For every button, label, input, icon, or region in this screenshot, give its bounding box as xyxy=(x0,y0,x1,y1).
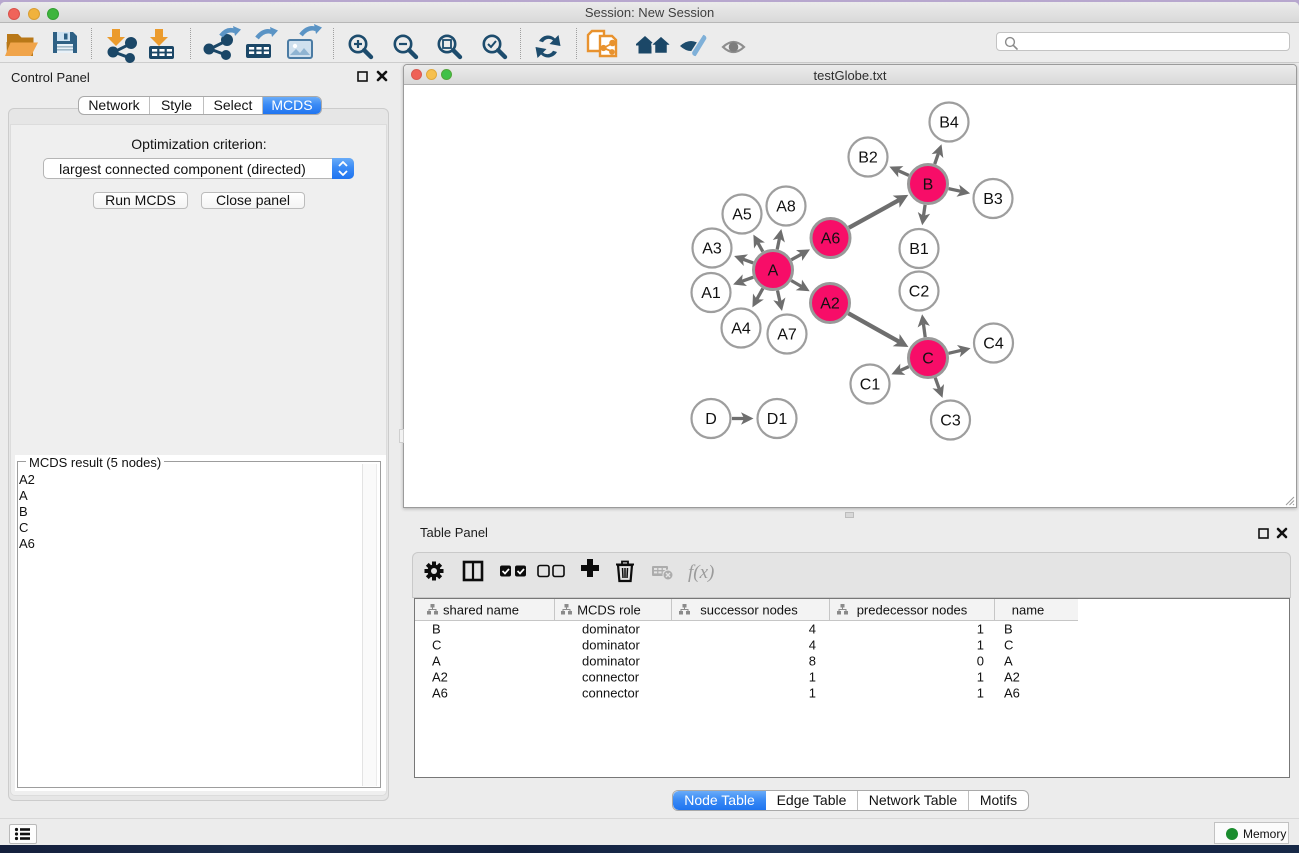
svg-text:B4: B4 xyxy=(939,115,959,132)
svg-text:B: B xyxy=(432,622,441,637)
svg-text:B2: B2 xyxy=(858,150,878,167)
svg-text:C: C xyxy=(922,351,934,368)
svg-text:1: 1 xyxy=(809,670,816,685)
svg-text:A2: A2 xyxy=(1004,670,1020,685)
svg-text:A: A xyxy=(1004,654,1013,669)
svg-text:A6: A6 xyxy=(432,686,448,701)
svg-text:C2: C2 xyxy=(909,284,930,301)
svg-text:D1: D1 xyxy=(767,411,788,428)
svg-text:A: A xyxy=(768,263,779,280)
svg-text:dominator: dominator xyxy=(582,638,640,653)
svg-text:C: C xyxy=(1004,638,1013,653)
svg-text:predecessor nodes: predecessor nodes xyxy=(857,603,968,618)
svg-text:dominator: dominator xyxy=(582,654,640,669)
svg-text:A2: A2 xyxy=(820,296,840,313)
svg-text:name: name xyxy=(1012,603,1045,618)
svg-text:A1: A1 xyxy=(701,285,721,302)
svg-text:f(x): f(x) xyxy=(688,562,714,583)
svg-text:B: B xyxy=(1004,622,1013,637)
svg-text:B: B xyxy=(923,177,934,194)
svg-text:8: 8 xyxy=(809,654,816,669)
svg-text:A7: A7 xyxy=(777,327,797,344)
svg-text:1: 1 xyxy=(809,686,816,701)
svg-text:A2: A2 xyxy=(432,670,448,685)
svg-text:C3: C3 xyxy=(940,413,961,430)
svg-text:0: 0 xyxy=(977,654,984,669)
svg-text:1: 1 xyxy=(977,638,984,653)
svg-text:connector: connector xyxy=(582,686,640,701)
svg-text:shared name: shared name xyxy=(443,603,519,618)
svg-text:D: D xyxy=(705,411,717,428)
svg-text:MCDS role: MCDS role xyxy=(577,603,641,618)
svg-text:1: 1 xyxy=(977,670,984,685)
svg-text:C4: C4 xyxy=(983,336,1004,353)
svg-text:A4: A4 xyxy=(731,321,751,338)
svg-text:A6: A6 xyxy=(1004,686,1020,701)
svg-text:C1: C1 xyxy=(860,377,881,394)
svg-text:B3: B3 xyxy=(983,191,1003,208)
svg-text:A5: A5 xyxy=(732,207,752,224)
svg-text:B1: B1 xyxy=(909,241,929,258)
svg-text:A6: A6 xyxy=(821,231,841,248)
svg-text:A8: A8 xyxy=(776,199,796,216)
svg-text:A: A xyxy=(432,654,441,669)
svg-text:1: 1 xyxy=(977,686,984,701)
svg-text:4: 4 xyxy=(809,622,816,637)
svg-text:C: C xyxy=(432,638,441,653)
svg-text:dominator: dominator xyxy=(582,622,640,637)
svg-text:successor nodes: successor nodes xyxy=(700,603,798,618)
svg-text:A3: A3 xyxy=(702,241,722,258)
svg-text:connector: connector xyxy=(582,670,640,685)
svg-text:4: 4 xyxy=(809,638,816,653)
svg-text:1: 1 xyxy=(977,622,984,637)
